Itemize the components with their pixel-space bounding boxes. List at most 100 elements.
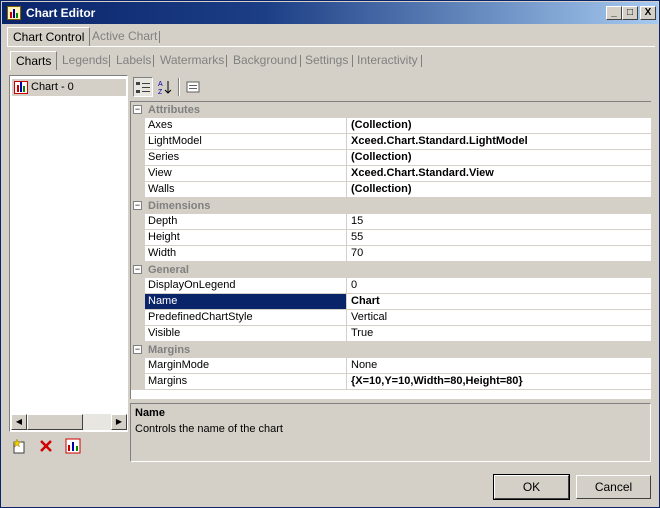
help-title: Name bbox=[135, 407, 165, 419]
tab-interactivity[interactable]: Interactivity bbox=[352, 51, 423, 70]
property-row-name[interactable]: Name Chart bbox=[131, 294, 651, 310]
property-name: Width bbox=[145, 246, 347, 262]
property-value[interactable]: Xceed.Chart.Standard.LightModel bbox=[347, 134, 651, 150]
category-label: General bbox=[148, 264, 189, 276]
bar-chart-icon bbox=[14, 81, 28, 94]
tab-watermarks[interactable]: Watermarks bbox=[155, 51, 229, 70]
category-label: Margins bbox=[148, 344, 191, 356]
tab-active-chart[interactable]: Active Chart bbox=[87, 27, 162, 47]
tab-divider bbox=[226, 55, 227, 67]
property-row-axes[interactable]: Axes (Collection) bbox=[131, 118, 651, 134]
charts-tree[interactable]: Chart - 0 ◀ ▶ bbox=[9, 75, 128, 432]
chart-editor-window: Chart Editor _ □ X Chart Control Active … bbox=[0, 0, 660, 508]
tree-item-label: Chart - 0 bbox=[31, 81, 74, 93]
tab-chart-control[interactable]: Chart Control bbox=[7, 27, 91, 47]
property-value[interactable]: None bbox=[347, 358, 651, 374]
property-value[interactable]: (Collection) bbox=[347, 182, 651, 198]
category-general[interactable]: − General bbox=[131, 262, 651, 278]
inner-tab-strip: Charts Legends Labels Watermarks Backgro… bbox=[7, 51, 655, 71]
svg-text:A: A bbox=[158, 81, 163, 88]
property-value[interactable]: (Collection) bbox=[347, 118, 651, 134]
property-row-lightmodel[interactable]: LightModel Xceed.Chart.Standard.LightMod… bbox=[131, 134, 651, 150]
property-name: Axes bbox=[145, 118, 347, 134]
scroll-thumb[interactable] bbox=[27, 414, 83, 430]
minimize-button[interactable]: _ bbox=[606, 6, 622, 20]
collapse-icon[interactable]: − bbox=[133, 345, 142, 354]
property-name: Walls bbox=[145, 182, 347, 198]
title-bar[interactable]: Chart Editor _ □ X bbox=[2, 2, 658, 24]
property-value[interactable]: Chart bbox=[347, 294, 651, 310]
maximize-button[interactable]: □ bbox=[622, 6, 638, 20]
toolbar-divider bbox=[178, 78, 180, 96]
property-row-visible[interactable]: Visible True bbox=[131, 326, 651, 342]
property-value[interactable]: 55 bbox=[347, 230, 651, 246]
property-value[interactable]: 15 bbox=[347, 214, 651, 230]
property-grid-toolbar: AZ bbox=[130, 75, 651, 99]
delete-icon[interactable] bbox=[38, 438, 54, 454]
property-name: Height bbox=[145, 230, 347, 246]
property-row-margins[interactable]: Margins {X=10,Y=10,Width=80,Height=80} bbox=[131, 374, 651, 390]
property-row-depth[interactable]: Depth 15 bbox=[131, 214, 651, 230]
category-dimensions[interactable]: − Dimensions bbox=[131, 198, 651, 214]
category-label: Dimensions bbox=[148, 200, 211, 212]
property-name: PredefinedChartStyle bbox=[145, 310, 347, 326]
tab-labels[interactable]: Labels bbox=[111, 51, 156, 70]
property-name: Margins bbox=[145, 374, 347, 390]
property-name: Name bbox=[145, 294, 347, 310]
tree-item-chart-0[interactable]: Chart - 0 bbox=[12, 79, 126, 96]
horizontal-scrollbar[interactable]: ◀ ▶ bbox=[11, 414, 127, 430]
category-attributes[interactable]: − Attributes bbox=[131, 102, 651, 118]
property-value[interactable]: Vertical bbox=[347, 310, 651, 326]
collapse-icon[interactable]: − bbox=[133, 105, 142, 114]
property-grid[interactable]: − Attributes Axes (Collection) LightMode… bbox=[130, 101, 651, 399]
property-name: MarginMode bbox=[145, 358, 347, 374]
collapse-icon[interactable]: − bbox=[133, 265, 142, 274]
tab-divider bbox=[159, 31, 160, 43]
property-row-view[interactable]: View Xceed.Chart.Standard.View bbox=[131, 166, 651, 182]
property-row-series[interactable]: Series (Collection) bbox=[131, 150, 651, 166]
window-title: Chart Editor bbox=[26, 6, 96, 20]
property-row-marginmode[interactable]: MarginMode None bbox=[131, 358, 651, 374]
tab-legends[interactable]: Legends bbox=[57, 51, 113, 70]
collapse-icon[interactable]: − bbox=[133, 201, 142, 210]
property-row-predefinedchartstyle[interactable]: PredefinedChartStyle Vertical bbox=[131, 310, 651, 326]
property-help-pane: Name Controls the name of the chart bbox=[130, 403, 651, 462]
property-row-walls[interactable]: Walls (Collection) bbox=[131, 182, 651, 198]
property-row-height[interactable]: Height 55 bbox=[131, 230, 651, 246]
category-label: Attributes bbox=[148, 104, 200, 116]
chart-app-icon bbox=[7, 6, 21, 20]
category-margins[interactable]: − Margins bbox=[131, 342, 651, 358]
chart-wizard-icon[interactable] bbox=[65, 438, 81, 454]
property-value[interactable]: {X=10,Y=10,Width=80,Height=80} bbox=[347, 374, 651, 390]
property-value[interactable]: True bbox=[347, 326, 651, 342]
scroll-left-icon[interactable]: ◀ bbox=[11, 414, 27, 430]
property-name: View bbox=[145, 166, 347, 182]
property-value[interactable]: 70 bbox=[347, 246, 651, 262]
outer-tab-strip: Chart Control Active Chart bbox=[7, 27, 655, 47]
categorized-icon[interactable] bbox=[133, 77, 153, 97]
tab-divider bbox=[421, 55, 422, 67]
property-row-displayonlegend[interactable]: DisplayOnLegend 0 bbox=[131, 278, 651, 294]
ok-button[interactable]: OK bbox=[493, 474, 570, 500]
svg-text:Z: Z bbox=[158, 89, 163, 95]
alphabetical-icon[interactable]: AZ bbox=[155, 77, 175, 97]
scroll-right-icon[interactable]: ▶ bbox=[111, 414, 127, 430]
property-value[interactable]: Xceed.Chart.Standard.View bbox=[347, 166, 651, 182]
tab-background[interactable]: Background bbox=[228, 51, 302, 70]
property-value[interactable]: (Collection) bbox=[347, 150, 651, 166]
tab-divider bbox=[109, 55, 110, 67]
close-button[interactable]: X bbox=[640, 6, 656, 20]
tab-settings[interactable]: Settings bbox=[300, 51, 353, 70]
new-item-icon[interactable] bbox=[11, 438, 27, 454]
tab-charts[interactable]: Charts bbox=[10, 51, 58, 70]
property-name: Visible bbox=[145, 326, 347, 342]
property-pages-icon[interactable] bbox=[183, 77, 203, 97]
property-row-width[interactable]: Width 70 bbox=[131, 246, 651, 262]
property-name: LightModel bbox=[145, 134, 347, 150]
property-value[interactable]: 0 bbox=[347, 278, 651, 294]
property-name: Series bbox=[145, 150, 347, 166]
help-description: Controls the name of the chart bbox=[135, 423, 283, 435]
cancel-button[interactable]: Cancel bbox=[576, 475, 651, 499]
property-name: DisplayOnLegend bbox=[145, 278, 347, 294]
property-name: Depth bbox=[145, 214, 347, 230]
